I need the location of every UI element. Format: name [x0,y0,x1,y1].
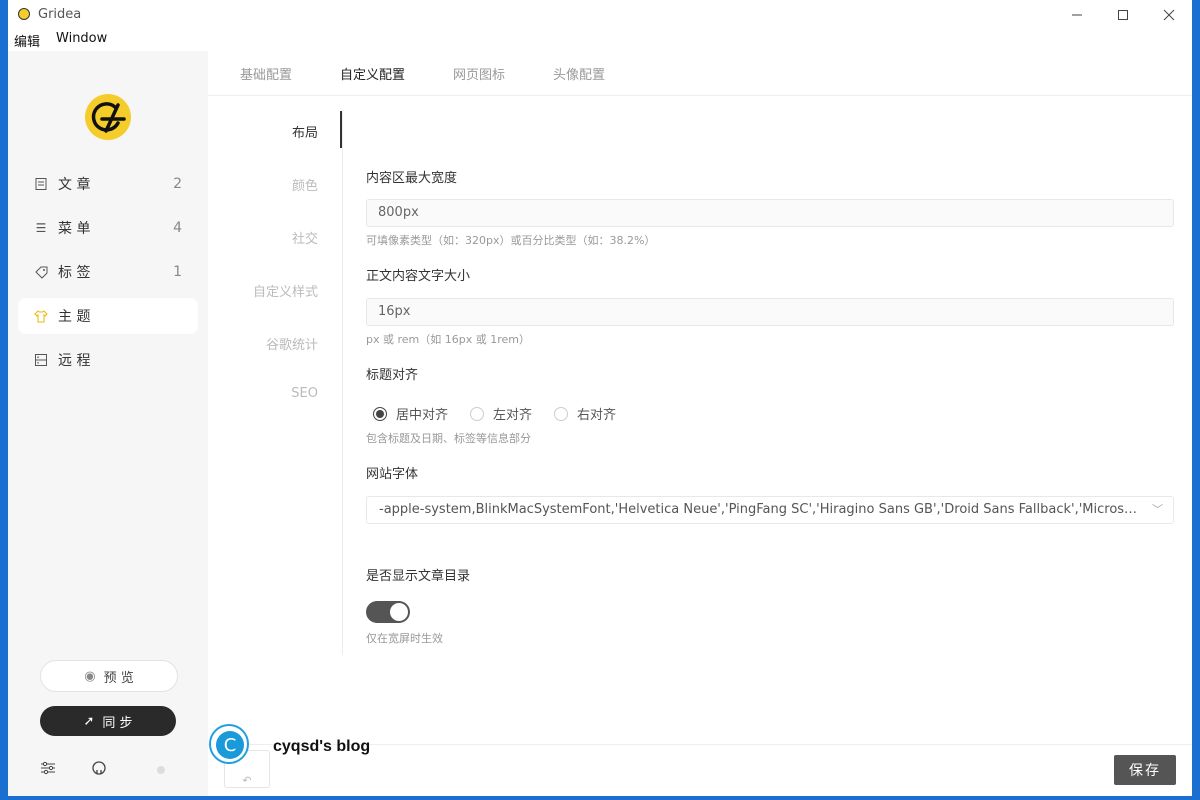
sidebar-item-label: 菜 单 [58,221,91,237]
tab-basic[interactable]: 基础配置 [240,64,292,83]
preview-button[interactable]: ◉ 预 览 [40,660,178,692]
subnav-seo[interactable]: SEO [291,386,318,401]
content-width-input[interactable]: 800px [366,199,1174,227]
watermark-text: cyqsd's blog [273,738,371,755]
radio-center-label[interactable]: 居中对齐 [396,404,448,423]
close-button[interactable] [1146,0,1192,30]
radio-left[interactable] [470,406,485,421]
chevron-down-icon: ﹀ [1152,503,1163,516]
gridea-logo-icon [85,94,131,140]
document-icon [34,177,48,191]
menu-icon: ☰ [35,221,47,235]
sidebar-item-label: 主 题 [58,309,91,325]
sync-button[interactable]: ➚ 同 步 [40,706,176,736]
maximize-icon [1118,10,1128,20]
subnav-social[interactable]: 社交 [292,228,318,247]
sidebar-item-tags[interactable]: 标 签 1 [18,254,198,290]
sync-label: 同 步 [102,715,133,731]
tab-favicon[interactable]: 网页图标 [453,64,505,83]
subnav-active-indicator [340,111,342,148]
close-icon [1163,9,1175,21]
settings-sliders-icon[interactable] [40,761,56,779]
radio-right[interactable] [554,406,569,421]
shirt-icon [34,309,48,323]
menu-window[interactable]: Window [56,31,107,51]
subnav-google-analytics[interactable]: 谷歌统计 [266,334,318,353]
title-bar: Gridea [8,0,1192,30]
sidebar: 文 章 2 ☰ 菜 单 4 标 签 1 主 题 远 程 ◉ 预 览 ➚ 同 步 [8,51,208,796]
custom-config-subnav: 布局 颜色 社交 自定义样式 谷歌统计 SEO [208,110,343,655]
site-font-value: -apple-system,BlinkMacSystemFont,'Helvet… [379,502,1174,517]
tab-custom[interactable]: 自定义配置 [340,64,405,83]
title-align-hint: 包含标题及日期、标签等信息部分 [366,432,531,445]
sidebar-item-remote[interactable]: 远 程 [18,342,198,378]
subnav-colors[interactable]: 颜色 [292,175,318,194]
menu-edit[interactable]: 编辑 [14,31,40,51]
radio-center[interactable] [373,406,387,421]
title-align-radio-group: 居中对齐 左对齐 右对齐 [373,404,638,423]
font-size-hint: px 或 rem（如 16px 或 1rem） [366,333,530,346]
config-tabs: 基础配置 自定义配置 网页图标 头像配置 [208,51,1192,96]
tag-icon [34,265,48,279]
maximize-button[interactable] [1100,0,1146,30]
title-align-label: 标题对齐 [366,368,419,383]
subnav-layout[interactable]: 布局 [292,122,318,141]
radio-left-label[interactable]: 左对齐 [493,404,532,423]
github-icon[interactable] [92,761,106,779]
app-window: Gridea 编辑 Window 文 章 2 ☰ 菜 单 4 标 签 1 主 题… [8,0,1192,796]
window-title: Gridea [38,7,82,22]
sidebar-item-theme[interactable]: 主 题 [18,298,198,334]
radio-right-label[interactable]: 右对齐 [577,404,616,423]
sidebar-item-label: 标 签 [58,265,91,281]
subnav-custom-css[interactable]: 自定义样式 [253,281,318,300]
sidebar-item-count: 4 [173,220,182,236]
menu-bar: 编辑 Window [8,31,117,51]
watermark-letter: C [216,731,244,759]
sidebar-item-label: 文 章 [58,177,91,193]
minimize-icon [1072,14,1082,16]
sidebar-item-menus[interactable]: ☰ 菜 单 4 [18,210,198,246]
font-size-label: 正文内容文字大小 [366,269,471,284]
content-width-label: 内容区最大宽度 [366,171,458,186]
show-toc-toggle[interactable] [366,601,410,623]
tab-avatar[interactable]: 头像配置 [553,64,605,83]
show-toc-label: 是否显示文章目录 [366,569,471,584]
show-toc-hint: 仅在宽屏时生效 [366,632,443,645]
status-dot-icon [156,763,166,779]
undo-icon: ↶ [242,774,252,787]
sidebar-item-count: 2 [173,176,182,192]
sidebar-item-articles[interactable]: 文 章 2 [18,166,198,202]
server-icon [34,353,48,367]
site-font-select[interactable]: -apple-system,BlinkMacSystemFont,'Helvet… [366,496,1174,524]
gridea-logo-icon [18,8,30,20]
preview-label: 预 览 [103,670,134,686]
site-font-label: 网站字体 [366,467,419,482]
minimize-button[interactable] [1054,0,1100,30]
font-size-input[interactable]: 16px [366,298,1174,326]
save-button[interactable]: 保存 [1114,755,1176,785]
rocket-icon: ➚ [83,713,95,729]
content-width-hint: 可填像素类型（如：320px）或百分比类型（如：38.2%） [366,234,656,247]
sidebar-item-label: 远 程 [58,353,91,369]
watermark-logo: C [209,724,249,764]
sidebar-item-count: 1 [173,264,182,280]
eye-icon: ◉ [84,668,96,684]
